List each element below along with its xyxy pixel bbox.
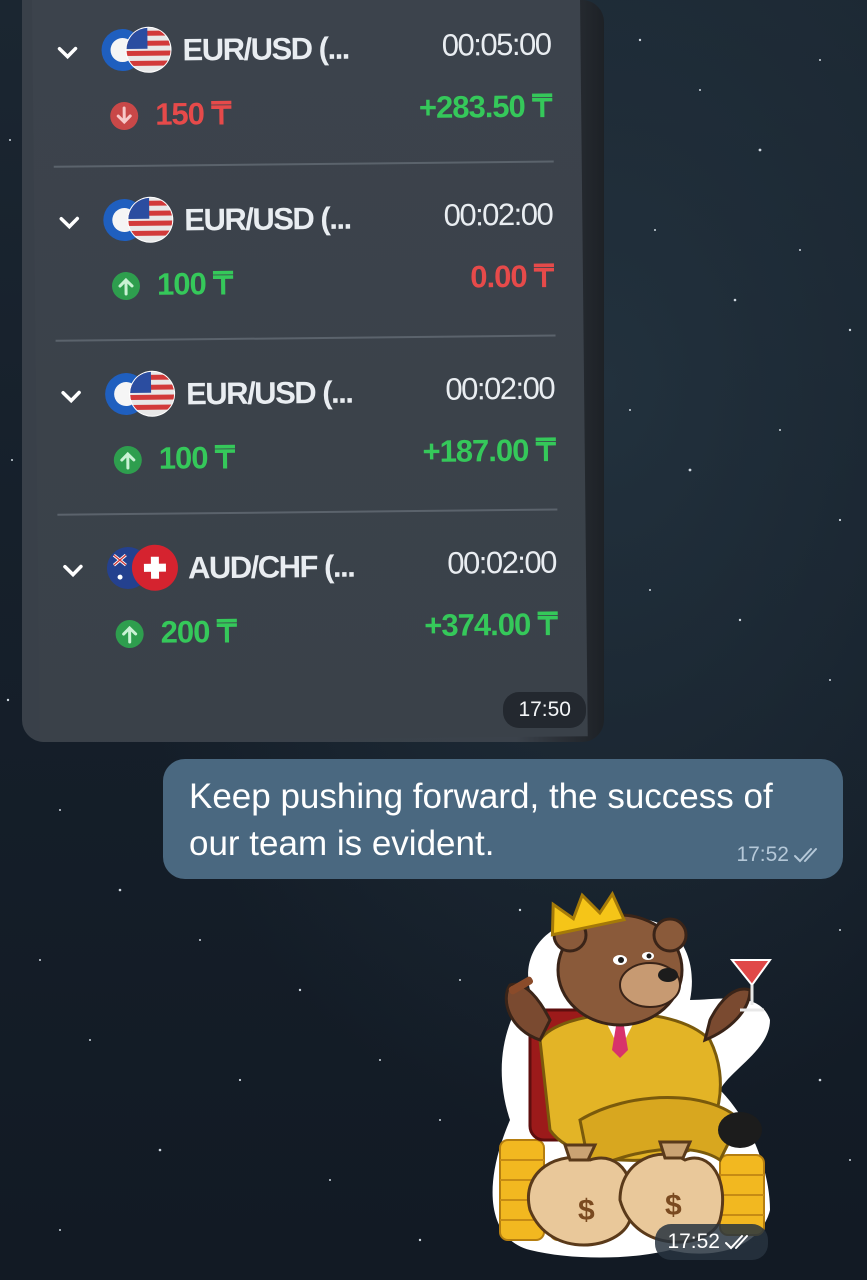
sticker-time-chip: 17:52 [655,1224,768,1260]
message-time: 17:52 [736,843,789,866]
currency-pair: AUD/CHF (... [187,548,355,586]
trade-row: EUR/USD (... 00:02:00 100 ₸ 0.00 ₸ [34,168,584,344]
trade-result: +374.00 ₸ [424,606,557,643]
eur-usd-flags-icon [103,196,174,243]
trade-history-screenshot: EUR/USD (... 00:05:00 150 ₸ +283.50 ₸ EU… [32,0,588,742]
trade-row: AUD/CHF (... 00:02:00 200 ₸ +374.00 ₸ [37,516,587,692]
trade-duration: 00:02:00 [443,196,553,233]
svg-text:$: $ [665,1189,682,1222]
aud-chf-flags-icon [106,544,178,591]
double-check-icon [725,1235,748,1250]
arrow-up-icon [115,620,144,649]
chevron-down-icon [57,46,78,60]
trade-result: 0.00 ₸ [470,258,554,295]
trade-amount: 100 ₸ [156,265,233,302]
bear-king-sticker[interactable]: $ $ 17:52 [470,890,800,1270]
arrow-down-icon [110,102,139,131]
trade-result: +283.50 ₸ [418,88,552,125]
message-text: Keep pushing forward, the success of our… [189,777,773,863]
eur-usd-flags-icon [105,370,176,417]
chevron-down-icon [63,564,83,578]
eur-usd-flags-icon [101,26,172,73]
trade-duration: 00:02:00 [445,370,555,407]
message-time: 17:52 [667,1230,720,1253]
message-time: 17:50 [503,692,586,728]
trade-amount: 100 ₸ [158,439,235,476]
currency-pair: EUR/USD (... [182,30,350,68]
currency-pair: EUR/USD (... [184,200,351,238]
outgoing-text-message[interactable]: Keep pushing forward, the success of our… [163,759,843,879]
svg-text:$: $ [578,1194,595,1227]
message-meta: 17:52 [736,843,825,867]
trade-result: +187.00 ₸ [422,432,555,469]
photo-message-bubble[interactable]: EUR/USD (... 00:05:00 150 ₸ +283.50 ₸ EU… [22,0,604,742]
bear-king-illustration: $ $ [492,890,772,1258]
trade-duration: 00:02:00 [447,544,557,581]
trade-amount: 150 ₸ [155,95,231,132]
chevron-down-icon [59,216,80,230]
chevron-down-icon [61,390,81,404]
trade-row: EUR/USD (... 00:02:00 100 ₸ +187.00 ₸ [36,342,586,518]
arrow-up-icon [113,446,142,475]
double-check-icon [794,848,817,863]
arrow-up-icon [112,272,141,301]
trade-amount: 200 ₸ [160,613,236,650]
currency-pair: EUR/USD (... [185,374,353,412]
trade-duration: 00:05:00 [441,26,551,63]
trade-row: EUR/USD (... 00:05:00 150 ₸ +283.50 ₸ [32,0,582,174]
